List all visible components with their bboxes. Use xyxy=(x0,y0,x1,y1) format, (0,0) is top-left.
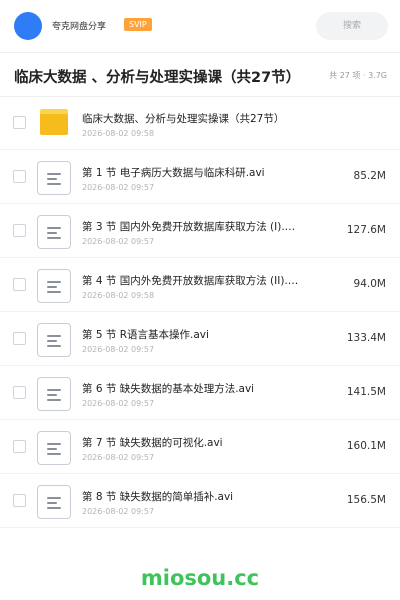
item-date: 2026-08-02 09:57 xyxy=(82,453,155,462)
item-size: 94.0M xyxy=(353,278,386,290)
item-name: 第 1 节 电子病历大数据与临床科研.avi xyxy=(82,167,265,179)
top-bar: 夸克网盘分享 SVIP 搜索 xyxy=(0,0,400,52)
item-name: 第 8 节 缺失数据的简单插补.avi xyxy=(82,491,234,503)
item-date: 2026-08-02 09:57 xyxy=(82,345,155,354)
item-size: 141.5M xyxy=(346,386,386,398)
file-row[interactable]: 第 1 节 电子病历大数据与临床科研.avi 2026-08-02 09:57 85… xyxy=(0,150,400,204)
file-row[interactable]: 第 5 节 R语言基本操作.avi 2026-08-02 09:57 133.4M xyxy=(0,312,400,366)
row-checkbox[interactable] xyxy=(13,440,26,453)
item-name: 第 7 节 缺失数据的可视化.avi xyxy=(82,437,223,449)
item-date: 2026-08-02 09:57 xyxy=(82,237,155,246)
row-checkbox[interactable] xyxy=(13,116,26,129)
item-date: 2026-08-02 09:58 xyxy=(82,291,155,300)
document-icon xyxy=(37,161,71,195)
document-icon xyxy=(37,215,71,249)
item-date: 2026-08-02 09:57 xyxy=(82,183,155,192)
brand-name: 夸克网盘分享 xyxy=(52,22,107,32)
file-row[interactable]: 第 8 节 缺失数据的简单插补.avi 2026-08-02 09:57 156.5… xyxy=(0,474,400,528)
svip-badge: SVIP xyxy=(124,18,152,31)
document-icon xyxy=(37,377,71,411)
item-size: 156.5M xyxy=(346,494,386,506)
folder-icon xyxy=(40,109,68,135)
document-icon xyxy=(37,431,71,465)
item-size: 160.1M xyxy=(346,440,386,452)
item-size: 127.6M xyxy=(346,224,386,236)
search-button[interactable]: 搜索 xyxy=(316,12,388,40)
item-date: 2026-08-02 09:57 xyxy=(82,507,155,516)
item-name: 第 6 节 缺失数据的基本处理方法.avi xyxy=(82,383,255,395)
file-row[interactable]: 第 3 节 国内外免费开放数据库获取方法 (I).avi 2026-08-02 0… xyxy=(0,204,400,258)
file-row[interactable]: 第 6 节 缺失数据的基本处理方法.avi 2026-08-02 09:57 141… xyxy=(0,366,400,420)
row-checkbox[interactable] xyxy=(13,386,26,399)
item-date: 2026-08-02 09:58 xyxy=(82,129,155,138)
item-size: 133.4M xyxy=(346,332,386,344)
file-row[interactable]: 第 7 节 缺失数据的可视化.avi 2026-08-02 09:57 160.1M xyxy=(0,420,400,474)
row-checkbox[interactable] xyxy=(13,278,26,291)
document-icon xyxy=(37,323,71,357)
page-title: 临床大数据 、分析与处理实操课（共27节） xyxy=(14,70,301,86)
watermark: miosou.cc xyxy=(140,566,260,590)
item-summary: 共 27 项 · 3.7G xyxy=(329,71,387,80)
top-divider xyxy=(0,52,400,53)
document-icon xyxy=(37,485,71,519)
document-icon xyxy=(37,269,71,303)
item-date: 2026-08-02 09:57 xyxy=(82,399,155,408)
row-checkbox[interactable] xyxy=(13,332,26,345)
row-checkbox[interactable] xyxy=(13,224,26,237)
file-row[interactable]: 第 4 节 国内外免费开放数据库获取方法 (II).avi 2026-08-02 … xyxy=(0,258,400,312)
share-header: 临床大数据 、分析与处理实操课（共27节） 共 27 项 · 3.7G xyxy=(0,54,400,96)
row-checkbox[interactable] xyxy=(13,494,26,507)
avatar[interactable] xyxy=(14,12,42,40)
item-name: 第 4 节 国内外免费开放数据库获取方法 (II).avi xyxy=(82,275,300,287)
folder-row[interactable]: 临床大数据、分析与处理实操课（共27节） 2026-08-02 09:58 xyxy=(0,96,400,150)
item-name: 第 5 节 R语言基本操作.avi xyxy=(82,329,209,341)
item-name: 临床大数据、分析与处理实操课（共27节） xyxy=(82,113,285,125)
item-size: 85.2M xyxy=(353,170,386,182)
row-checkbox[interactable] xyxy=(13,170,26,183)
item-name: 第 3 节 国内外免费开放数据库获取方法 (I).avi xyxy=(82,221,300,233)
